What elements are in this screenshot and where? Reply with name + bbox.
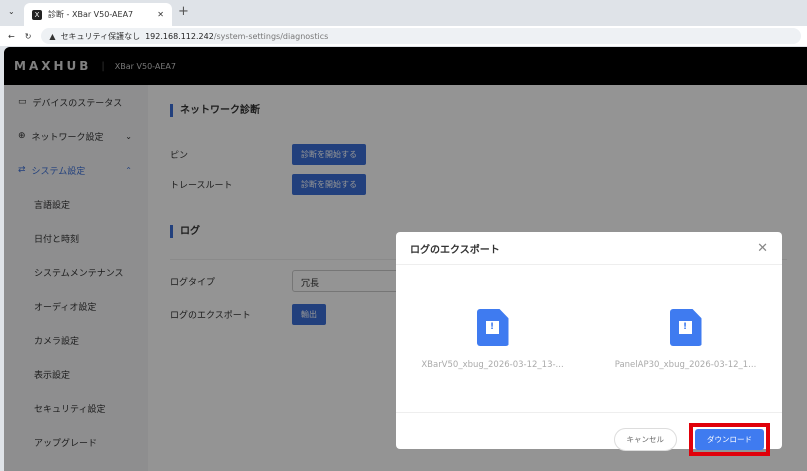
- log-export-dialog: ログのエクスポート ✕ XBarV50_xbug_2026-03-12_13-..…: [396, 232, 782, 456]
- reload-icon[interactable]: ↻: [25, 32, 32, 41]
- warning-icon: ▲: [49, 31, 56, 41]
- download-button[interactable]: ダウンロード: [695, 429, 764, 450]
- url-field[interactable]: ▲ セキュリティ保護なし 192.168.112.242/system-sett…: [41, 28, 801, 44]
- dialog-title: ログのエクスポート: [410, 244, 500, 256]
- close-tab-icon[interactable]: ✕: [157, 10, 164, 19]
- log-file-item[interactable]: PanelAP30_xbug_2026-03-12_1...: [601, 309, 771, 412]
- log-file-item[interactable]: XBarV50_xbug_2026-03-12_13-...: [408, 309, 578, 412]
- close-icon[interactable]: ✕: [757, 241, 768, 256]
- security-label: セキュリティ保護なし: [60, 31, 141, 41]
- favicon-icon: X: [32, 9, 42, 20]
- url-host: 192.168.112.242: [145, 31, 214, 41]
- back-icon[interactable]: ←: [8, 32, 15, 41]
- browser-tab[interactable]: X 診断 - XBar V50-AEA7 ✕: [24, 3, 172, 26]
- address-bar: ← ↻ ▲ セキュリティ保護なし 192.168.112.242/system-…: [0, 26, 807, 46]
- browser-tab-bar: ⌄ X 診断 - XBar V50-AEA7 ✕ +: [0, 0, 807, 26]
- file-icon: [476, 309, 509, 346]
- url-path: /system-settings/diagnostics: [213, 31, 329, 41]
- file-name: PanelAP30_xbug_2026-03-12_1...: [614, 360, 757, 370]
- download-highlight: ダウンロード: [689, 423, 770, 456]
- cancel-button[interactable]: キャンセル: [613, 428, 677, 451]
- new-tab-icon[interactable]: +: [178, 4, 189, 19]
- file-icon: [669, 309, 702, 346]
- tab-title: 診断 - XBar V50-AEA7: [48, 10, 134, 19]
- file-name: XBarV50_xbug_2026-03-12_13-...: [421, 360, 564, 370]
- tab-list-chevron-icon[interactable]: ⌄: [8, 7, 15, 16]
